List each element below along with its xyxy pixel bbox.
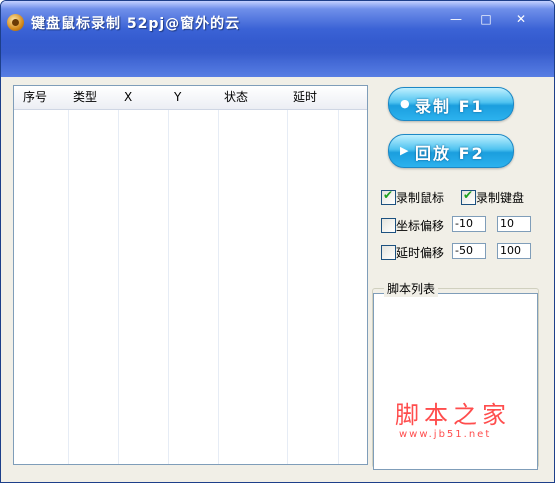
main-panel: 序号 类型 X Y 状态 延时 ● 录制 F1 ▶ 回放 F2 录制鼠标 录制键… [1, 77, 554, 482]
maximize-button[interactable]: □ [473, 10, 499, 28]
record-keyboard-checkbox[interactable] [461, 188, 476, 205]
title-bar[interactable]: 键盘鼠标录制 52pj@窗外的云 — □ ✕ [1, 1, 554, 77]
record-mouse-checkbox[interactable] [381, 188, 396, 205]
column-header-index[interactable]: 序号 [23, 86, 47, 109]
column-divider [287, 110, 288, 464]
column-divider [338, 110, 339, 464]
list-header: 序号 类型 X Y 状态 延时 [14, 86, 367, 110]
watermark-text: 脚本之家 [395, 401, 511, 429]
column-divider [118, 110, 119, 464]
column-header-x[interactable]: X [124, 86, 132, 109]
window-title: 键盘鼠标录制 52pj@窗外的云 [31, 16, 241, 32]
minimize-button[interactable]: — [443, 10, 469, 28]
delay-offset-max-input[interactable]: 100 [497, 243, 531, 259]
delay-offset-checkbox[interactable] [381, 245, 396, 260]
record-keyboard-label: 录制键盘 [476, 191, 525, 205]
record-button-label: 录制 F1 [415, 97, 485, 116]
column-header-type[interactable]: 类型 [73, 86, 97, 109]
column-divider [218, 110, 219, 464]
coord-offset-checkbox[interactable] [381, 218, 396, 233]
column-header-y[interactable]: Y [174, 86, 181, 109]
record-dot-icon: ● [400, 97, 410, 110]
play-button[interactable]: ▶ 回放 F2 [388, 134, 514, 168]
app-window: 键盘鼠标录制 52pj@窗外的云 — □ ✕ 序号 类型 X Y 状态 延时 ●… [0, 0, 555, 483]
play-button-label: 回放 F2 [415, 144, 485, 163]
watermark-url: www.jb51.net [399, 429, 492, 440]
play-triangle-icon: ▶ [400, 144, 409, 157]
record-button[interactable]: ● 录制 F1 [388, 87, 514, 121]
column-header-delay[interactable]: 延时 [293, 86, 317, 109]
coord-offset-label: 坐标偏移 [396, 219, 445, 233]
close-button[interactable]: ✕ [508, 10, 534, 28]
delay-offset-min-input[interactable]: -50 [452, 243, 486, 259]
app-logo-icon [7, 14, 24, 31]
record-mouse-label: 录制鼠标 [396, 191, 445, 205]
column-divider [168, 110, 169, 464]
coord-offset-min-input[interactable]: -10 [452, 216, 486, 232]
delay-offset-label: 延时偏移 [396, 246, 445, 260]
event-list[interactable]: 序号 类型 X Y 状态 延时 [13, 85, 368, 465]
coord-offset-max-input[interactable]: 10 [497, 216, 531, 232]
script-list-title: 脚本列表 [384, 280, 439, 297]
column-divider [68, 110, 69, 464]
script-list[interactable] [373, 293, 538, 470]
column-header-status[interactable]: 状态 [224, 86, 248, 109]
